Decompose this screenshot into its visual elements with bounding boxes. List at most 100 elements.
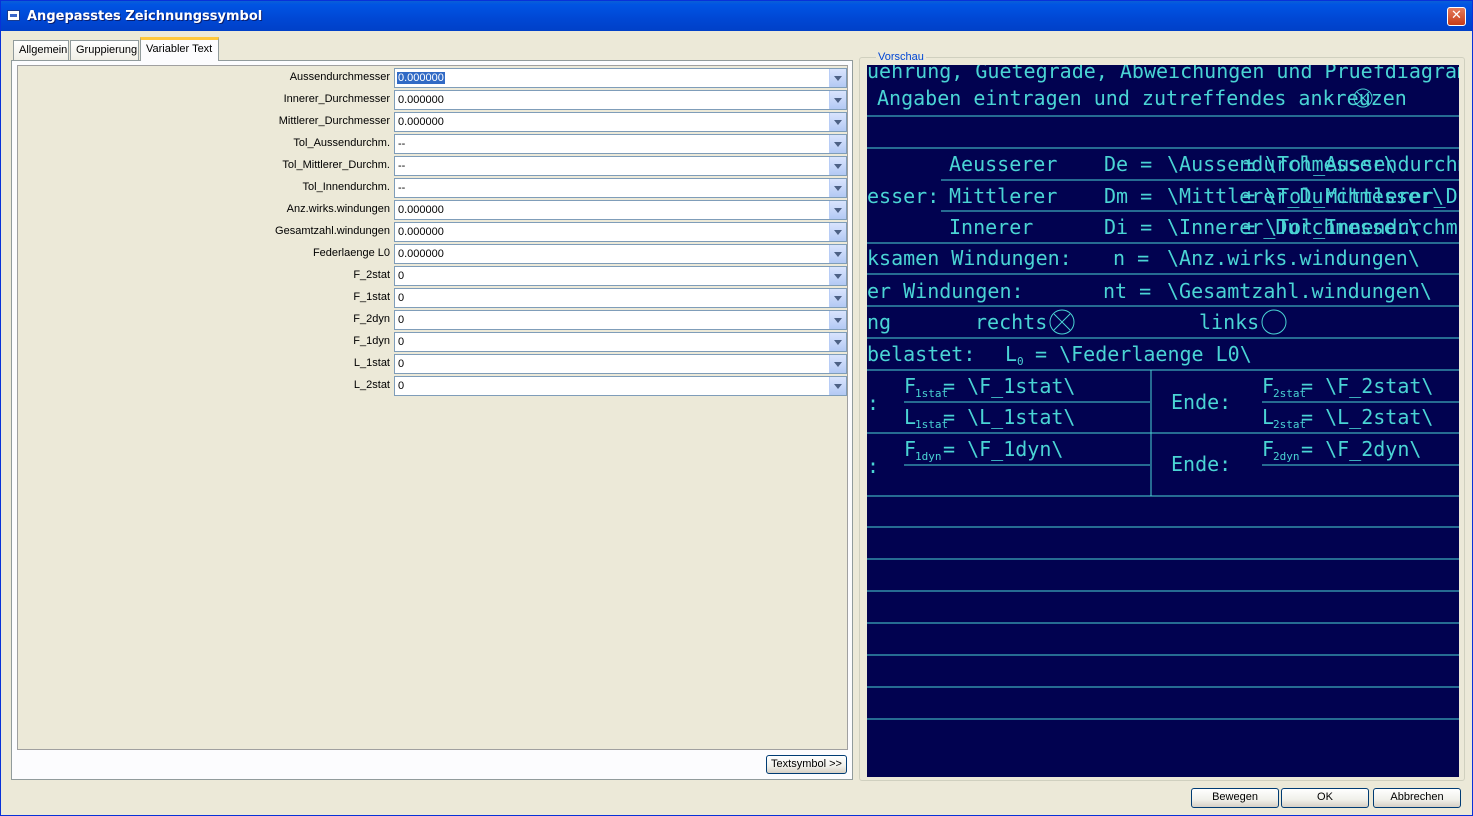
var-anz-windungen: \Anz.wirks.windungen\ xyxy=(1167,246,1420,270)
dropdown-arrow-icon[interactable] xyxy=(829,245,846,263)
tab-variabler-text[interactable]: Variabler Text xyxy=(140,37,219,61)
cancel-button[interactable]: Abbrechen xyxy=(1373,788,1461,808)
label-f2dyn-sub: 2dyn xyxy=(1273,450,1300,463)
var-f1stat: = \F_1stat\ xyxy=(943,374,1075,398)
label-dm: Dm = xyxy=(1104,184,1152,208)
field-value-combobox[interactable]: 0.000000 xyxy=(394,90,847,110)
var-tol-aussen: \Tol_Aussendurchm. xyxy=(1265,152,1459,176)
var-f2stat: = \F_2stat\ xyxy=(1301,374,1433,398)
var-f2dyn: = \F_2dyn\ xyxy=(1301,437,1421,461)
preview-line-2: Angaben eintragen und zutreffendes ankre… xyxy=(877,86,1407,110)
close-button[interactable]: ✕ xyxy=(1447,7,1466,26)
field-value-text: 0.000000 xyxy=(398,248,444,260)
label-ng: ng xyxy=(867,310,891,334)
field-value-text: 0.000000 xyxy=(397,72,445,84)
field-label: Aussendurchmesser xyxy=(289,71,390,83)
field-value-combobox[interactable]: 0.000000 xyxy=(394,68,847,88)
field-value-text: 0 xyxy=(398,336,405,348)
label-innerer: Innerer xyxy=(949,215,1033,239)
var-l2stat: = \L_2stat\ xyxy=(1301,405,1433,429)
field-value-text: -- xyxy=(398,138,406,150)
dropdown-arrow-icon[interactable] xyxy=(829,179,846,197)
dropdown-arrow-icon[interactable] xyxy=(829,377,846,395)
field-value-combobox[interactable]: -- xyxy=(394,156,847,176)
field-row: Federlaenge L0 0.000000 xyxy=(18,243,847,265)
var-f1dyn: = \F_1dyn\ xyxy=(943,437,1063,461)
window-icon xyxy=(7,10,20,21)
dropdown-arrow-icon[interactable] xyxy=(829,69,846,87)
field-value-combobox[interactable]: 0.000000 xyxy=(394,200,847,220)
label-links: links xyxy=(1199,310,1259,334)
pm-sign-3: ± xyxy=(1243,215,1255,239)
dropdown-arrow-icon[interactable] xyxy=(829,113,846,131)
field-value-text: 0 xyxy=(398,314,405,326)
field-row: Anz.wirks.windungen 0.000000 xyxy=(18,199,847,221)
dropdown-arrow-icon[interactable] xyxy=(829,91,846,109)
textsymbol-button[interactable]: Textsymbol >> xyxy=(766,755,847,774)
label-ende-1: Ende: xyxy=(1171,390,1231,414)
colon-1: : xyxy=(867,391,879,415)
field-value-text: 0.000000 xyxy=(398,94,444,106)
dialog-window: Angepasstes Zeichnungssymbol ✕ Allgemein… xyxy=(0,0,1473,816)
dropdown-arrow-icon[interactable] xyxy=(829,311,846,329)
field-value-text: 0 xyxy=(398,380,405,392)
dropdown-arrow-icon[interactable] xyxy=(829,157,846,175)
dropdown-arrow-icon[interactable] xyxy=(829,289,846,307)
field-row: Tol_Innendurchm. -- xyxy=(18,177,847,199)
dropdown-arrow-icon[interactable] xyxy=(829,333,846,351)
field-value-combobox[interactable]: 0 xyxy=(394,354,847,374)
dropdown-arrow-icon[interactable] xyxy=(829,135,846,153)
field-row: Mittlerer_Durchmesser 0.000000 xyxy=(18,111,847,133)
label-n: n = xyxy=(1113,246,1149,270)
field-label: F_1dyn xyxy=(353,335,390,347)
label-ende-2: Ende: xyxy=(1171,452,1231,476)
label-f1dyn-sub: 1dyn xyxy=(915,450,942,463)
field-row: Aussendurchmesser 0.000000 xyxy=(18,67,847,89)
field-label: F_2stat xyxy=(353,269,390,281)
pm-sign-1: ± xyxy=(1243,152,1255,176)
label-di: Di = xyxy=(1104,215,1152,239)
move-button[interactable]: Bewegen xyxy=(1191,788,1279,808)
field-value-combobox[interactable]: 0.000000 xyxy=(394,244,847,264)
title-bar[interactable]: Angepasstes Zeichnungssymbol ✕ xyxy=(1,1,1472,31)
dropdown-arrow-icon[interactable] xyxy=(829,355,846,373)
field-value-text: 0.000000 xyxy=(398,116,444,128)
tab-gruppierung[interactable]: Gruppierung xyxy=(70,40,139,60)
field-value-combobox[interactable]: 0 xyxy=(394,376,847,396)
window-title: Angepasstes Zeichnungssymbol xyxy=(27,9,263,24)
field-label: Federlaenge L0 xyxy=(312,247,390,259)
field-value-text: -- xyxy=(398,182,406,194)
field-value-combobox[interactable]: 0 xyxy=(394,288,847,308)
field-value-combobox[interactable]: 0 xyxy=(394,266,847,286)
preview-line-1: uehrung, Guetegrade, Abweichungen und Pr… xyxy=(867,65,1459,83)
var-l1stat: = \L_1stat\ xyxy=(943,405,1075,429)
field-value-combobox[interactable]: 0.000000 xyxy=(394,222,847,242)
field-value-text: 0.000000 xyxy=(398,204,444,216)
dropdown-arrow-icon[interactable] xyxy=(829,223,846,241)
field-label: F_1stat xyxy=(353,291,390,303)
field-value-combobox[interactable]: 0 xyxy=(394,332,847,352)
field-value-combobox[interactable]: 0.000000 xyxy=(394,112,847,132)
tab-panel: Aussendurchmesser 0.000000 Innerer_Durchme… xyxy=(11,60,853,780)
dropdown-arrow-icon[interactable] xyxy=(829,267,846,285)
label-de: De = xyxy=(1104,152,1152,176)
tab-allgemein[interactable]: Allgemein xyxy=(13,40,69,60)
field-value-combobox[interactable]: -- xyxy=(394,134,847,154)
ok-button[interactable]: OK xyxy=(1281,788,1369,808)
label-rechts: rechts xyxy=(975,310,1047,334)
label-aeusserer: Aeusserer xyxy=(949,152,1057,176)
field-label: L_2stat xyxy=(353,379,390,391)
field-label: L_1stat xyxy=(353,357,390,369)
preview-text: uehrung, Guetegrade, Abweichungen und Pr… xyxy=(867,65,1459,478)
field-label: Gesamtzahl.windungen xyxy=(275,225,390,237)
field-value-combobox[interactable]: -- xyxy=(394,178,847,198)
preview-drawing: uehrung, Guetegrade, Abweichungen und Pr… xyxy=(867,65,1459,720)
field-row: L_1stat 0 xyxy=(18,353,847,375)
field-row: F_1stat 0 xyxy=(18,287,847,309)
dropdown-arrow-icon[interactable] xyxy=(829,201,846,219)
var-federlaenge: = \Federlaenge L0\ xyxy=(1035,342,1252,366)
field-value-combobox[interactable]: 0 xyxy=(394,310,847,330)
label-mittlerer: Mittlerer xyxy=(949,184,1057,208)
field-row: Tol_Aussendurchm. -- xyxy=(18,133,847,155)
field-label: Mittlerer_Durchmesser xyxy=(278,115,390,127)
